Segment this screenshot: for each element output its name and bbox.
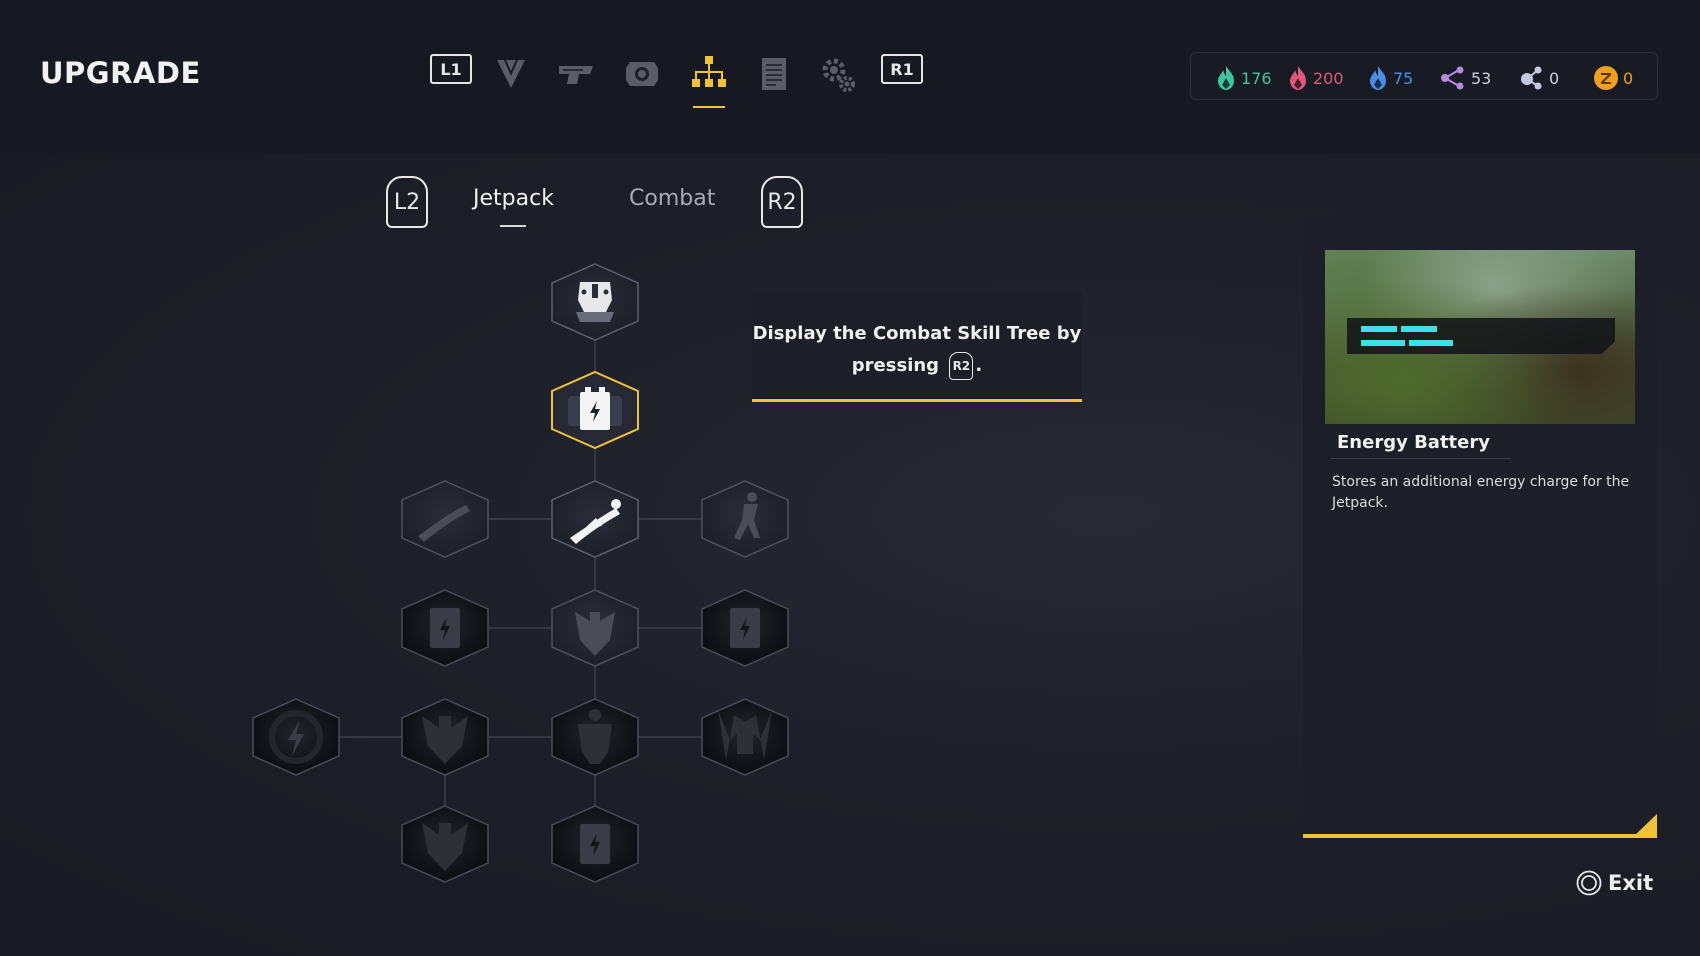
- circle-button-icon: [1576, 870, 1602, 896]
- panel-corner-accent: [1632, 814, 1657, 838]
- hint-box: Display the Combat Skill Tree by pressin…: [752, 292, 1082, 402]
- item-description: Stores an additional energy charge for t…: [1332, 474, 1630, 511]
- skill-node-energy-battery[interactable]: [551, 370, 639, 450]
- skill-node-wings-left[interactable]: [401, 698, 489, 776]
- skill-node-wings-center[interactable]: [551, 589, 639, 667]
- battery-icon: [580, 824, 610, 864]
- item-name-divider: [1331, 458, 1511, 459]
- skill-node-armor-right[interactable]: [701, 698, 789, 776]
- hint-line-1: Display the Combat Skill Tree by: [752, 323, 1082, 344]
- skill-node-core[interactable]: [551, 263, 639, 341]
- skill-node-boost[interactable]: [701, 480, 789, 558]
- exit-label: Exit: [1608, 871, 1654, 895]
- battery-icon: [430, 608, 460, 648]
- skill-node-wings-bottom[interactable]: [401, 805, 489, 883]
- skill-node-dash[interactable]: [401, 480, 489, 558]
- preview-hud: [1347, 318, 1615, 354]
- hint-r2-key: R2: [949, 352, 974, 380]
- tree-connectors: [296, 300, 745, 844]
- jetpack-core-icon: [576, 282, 614, 322]
- exit-button[interactable]: Exit: [1576, 870, 1653, 896]
- hint-period: .: [975, 355, 983, 376]
- item-name: Energy Battery: [1337, 432, 1490, 453]
- skill-node-battery-left[interactable]: [401, 589, 489, 667]
- skill-node-energy-far-left[interactable]: [252, 698, 340, 776]
- panel-bottom-accent: [1303, 834, 1657, 838]
- hint-pressing: pressing: [851, 355, 940, 376]
- skill-node-glide[interactable]: [551, 480, 639, 558]
- skill-node-armor-center[interactable]: [551, 698, 639, 776]
- info-panel: Energy Battery Stores an additional ener…: [1303, 218, 1657, 838]
- preview-image: [1325, 250, 1635, 424]
- hint-line-2: pressing R2.: [752, 350, 1082, 382]
- battery-icon: [730, 608, 760, 648]
- skill-node-battery-bottom[interactable]: [551, 805, 639, 883]
- skill-node-battery-right[interactable]: [701, 589, 789, 667]
